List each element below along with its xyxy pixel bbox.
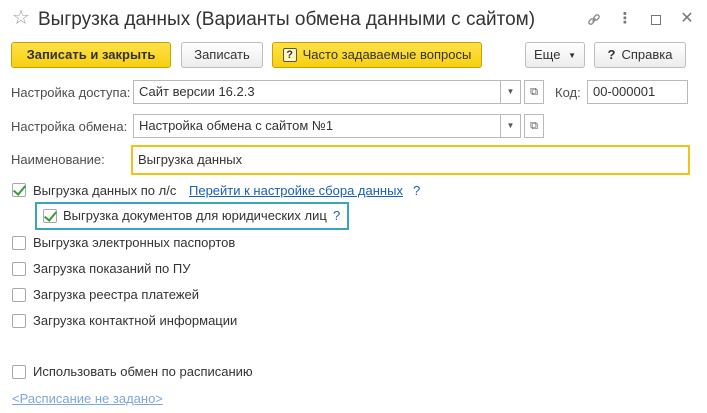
faq-button[interactable]: ? Часто задаваемые вопросы [272,42,482,68]
exchange-field[interactable]: Настройка обмена с сайтом №1 [133,114,501,138]
question-icon: ? [607,47,616,62]
chevron-down-icon: ▼ [568,50,576,60]
more-label: Еще [534,47,561,62]
exchange-label: Настройка обмена: [11,119,128,134]
star-icon[interactable]: ☆ [12,8,30,28]
access-label: Настройка доступа: [11,85,131,100]
use-schedule-checkbox[interactable] [12,365,26,379]
ls-export-label: Выгрузка данных по л/с [33,183,177,198]
open-icon[interactable]: ⧉ [524,114,544,138]
question-icon: ? [282,47,297,62]
name-field[interactable]: Выгрузка данных [131,145,690,175]
code-label: Код: [555,85,581,100]
help-button[interactable]: ? Справка [594,42,686,68]
payments-registry-checkbox[interactable] [12,288,26,302]
more-button[interactable]: Еще ▼ [525,42,585,68]
faq-label: Часто задаваемые вопросы [302,47,472,62]
vertical-dots-icon[interactable]: ⋮ [614,9,636,31]
contact-info-label: Загрузка контактной информации [33,313,238,328]
window-title: Выгрузка данных (Варианты обмена данными… [38,9,536,30]
save-and-close-button[interactable]: Записать и закрыть [11,42,171,68]
passports-checkbox[interactable] [12,236,26,250]
access-field[interactable]: Сайт версии 16.2.3 [133,80,501,104]
link-icon[interactable] [583,9,605,31]
close-icon[interactable]: ✕ [676,9,698,31]
ls-export-checkbox[interactable] [12,183,26,197]
schedule-link[interactable]: <Расписание не задано> [12,391,163,407]
help-label: Справка [621,47,673,62]
contact-info-checkbox[interactable] [12,314,26,328]
meter-readings-label: Загрузка показаний по ПУ [33,261,191,276]
code-field[interactable]: 00-000001 [587,80,688,104]
data-collection-settings-link[interactable]: Перейти к настройке сбора данных [189,183,403,199]
legal-docs-checkbox[interactable] [43,209,57,223]
ls-help-icon[interactable]: ? [413,183,420,199]
chevron-down-icon[interactable]: ▼ [501,80,521,104]
passports-label: Выгрузка электронных паспортов [33,235,236,250]
use-schedule-label: Использовать обмен по расписанию [33,364,253,379]
save-button[interactable]: Записать [181,42,263,68]
maximize-icon[interactable] [645,9,667,31]
name-label: Наименование: [11,152,105,167]
chevron-down-icon[interactable]: ▼ [501,114,521,138]
legal-docs-label: Выгрузка документов для юридических лиц [63,208,327,223]
meter-readings-checkbox[interactable] [12,262,26,276]
payments-registry-label: Загрузка реестра платежей [33,287,200,302]
open-icon[interactable]: ⧉ [524,80,544,104]
legal-docs-help-icon[interactable]: ? [333,208,340,224]
